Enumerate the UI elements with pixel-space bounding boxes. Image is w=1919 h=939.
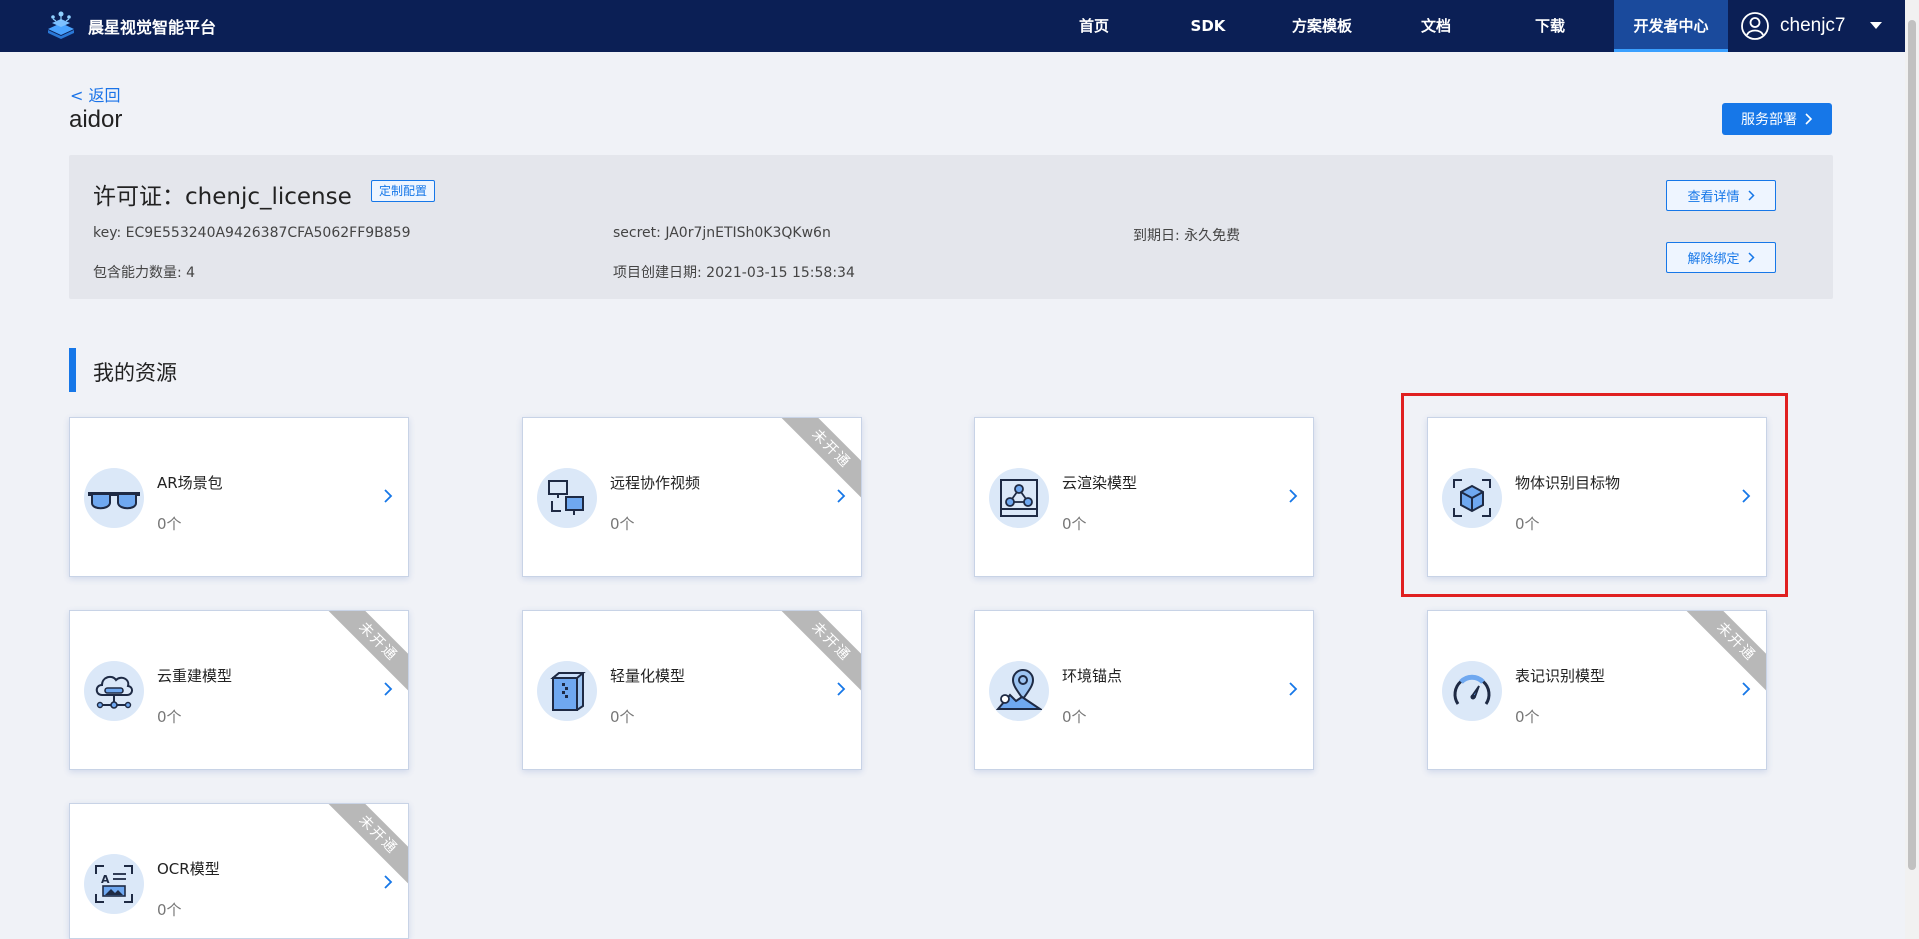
resource-card-meter-recognition[interactable]: 表记识别模型 0个 未开通	[1427, 610, 1767, 770]
caret-down-icon[interactable]	[1870, 22, 1882, 29]
scrollbar-thumb[interactable]	[1908, 20, 1916, 870]
back-link[interactable]: < 返回	[70, 82, 121, 106]
license-title: 许可证：chenjc_license	[93, 184, 352, 210]
card-title: 云重建模型	[157, 667, 233, 685]
license-key: key: EC9E553240A9426387CFA5062FF9B859	[93, 225, 411, 241]
license-secret: secret: JA0r7jnETISh0K3QKw6n	[613, 225, 831, 241]
resource-card-ocr[interactable]: A OCR模型 0个 未开通	[69, 803, 409, 939]
section-accent-bar	[69, 348, 76, 392]
card-count: 0个	[157, 515, 182, 533]
chevron-right-icon[interactable]	[1288, 488, 1298, 504]
resource-card-cloud-render[interactable]: 云渲染模型 0个	[974, 417, 1314, 577]
license-expire: 到期日: 永久免费	[1133, 228, 1241, 244]
brand-logo-icon	[48, 11, 74, 39]
deploy-button-label: 服务部署	[1741, 112, 1797, 128]
not-activated-ribbon: 未开通	[779, 611, 861, 694]
lightweight-box-icon	[537, 661, 597, 721]
card-title: 远程协作视频	[610, 474, 701, 492]
chevron-right-icon[interactable]	[383, 874, 393, 890]
card-count: 0个	[157, 901, 182, 919]
nav-download[interactable]: 下载	[1493, 0, 1607, 52]
resource-card-remote-video[interactable]: 远程协作视频 0个 未开通	[522, 417, 862, 577]
brand-name: 晨星视觉智能平台	[88, 18, 217, 37]
top-nav: 晨星视觉智能平台 首页 SDK 方案模板 文档 下载 开发者中心 chenjc7	[0, 0, 1905, 52]
chevron-right-icon[interactable]	[836, 681, 846, 697]
highlight-box	[1401, 393, 1788, 597]
chevron-right-icon[interactable]	[383, 681, 393, 697]
meter-gauge-icon	[1442, 661, 1502, 721]
unbind-button[interactable]: 解除绑定	[1666, 242, 1776, 273]
unbind-label: 解除绑定	[1687, 252, 1740, 267]
cloud-render-icon	[989, 468, 1049, 528]
brand[interactable]: 晨星视觉智能平台	[44, 8, 216, 44]
card-title: 环境锚点	[1062, 667, 1123, 685]
not-activated-ribbon: 未开通	[326, 804, 408, 887]
card-count: 0个	[610, 708, 635, 726]
user-avatar-icon	[1741, 12, 1769, 40]
license-panel: 许可证：chenjc_license 定制配置 key: EC9E553240A…	[69, 155, 1833, 299]
nav-docs[interactable]: 文档	[1379, 0, 1493, 52]
user-name: chenjc7	[1780, 15, 1846, 36]
ocr-scan-icon: A	[84, 854, 144, 914]
card-title: AR场景包	[157, 474, 223, 492]
nav-developer-center[interactable]: 开发者中心	[1614, 0, 1728, 52]
nav-home[interactable]: 首页	[1037, 0, 1151, 52]
resource-card-env-anchor[interactable]: 环境锚点 0个	[974, 610, 1314, 770]
not-activated-ribbon: 未开通	[1684, 611, 1766, 694]
deploy-button[interactable]: 服务部署	[1722, 103, 1832, 135]
chevron-right-icon	[1805, 113, 1813, 125]
card-count: 0个	[610, 515, 635, 533]
card-title: 云渲染模型	[1062, 474, 1138, 492]
svg-text:A: A	[101, 873, 110, 886]
section-title: 我的资源	[93, 361, 177, 385]
resource-card-lightweight[interactable]: 轻量化模型 0个 未开通	[522, 610, 862, 770]
cloud-rebuild-icon	[84, 661, 144, 721]
not-activated-ribbon: 未开通	[779, 418, 861, 501]
user-menu[interactable]: chenjc7	[1740, 0, 1846, 52]
ar-glasses-icon	[84, 468, 144, 528]
vertical-scrollbar[interactable]	[1905, 0, 1919, 939]
chevron-right-icon	[1747, 190, 1755, 201]
created-date: 项目创建日期: 2021-03-15 15:58:34	[613, 265, 855, 281]
view-details-button[interactable]: 查看详情	[1666, 180, 1776, 211]
chevron-right-icon[interactable]	[1288, 681, 1298, 697]
remote-monitor-icon	[537, 468, 597, 528]
chevron-right-icon	[1747, 252, 1755, 263]
ability-count: 包含能力数量: 4	[93, 265, 196, 281]
resource-card-cloud-rebuild[interactable]: 云重建模型 0个 未开通	[69, 610, 409, 770]
card-count: 0个	[1062, 515, 1087, 533]
resource-card-ar-scene[interactable]: AR场景包 0个	[69, 417, 409, 577]
custom-config-tag[interactable]: 定制配置	[371, 180, 436, 202]
chevron-right-icon[interactable]	[836, 488, 846, 504]
view-details-label: 查看详情	[1687, 190, 1740, 205]
card-count: 0个	[1062, 708, 1087, 726]
card-title: 轻量化模型	[610, 667, 686, 685]
page-title: aidor	[69, 106, 123, 133]
card-title: OCR模型	[157, 860, 220, 878]
anchor-pin-icon	[989, 661, 1049, 721]
chevron-right-icon[interactable]	[1741, 681, 1751, 697]
not-activated-ribbon: 未开通	[326, 611, 408, 694]
nav-sdk[interactable]: SDK	[1151, 0, 1265, 52]
nav-templates[interactable]: 方案模板	[1265, 0, 1379, 52]
card-count: 0个	[157, 708, 182, 726]
chevron-right-icon[interactable]	[383, 488, 393, 504]
card-title: 表记识别模型	[1515, 667, 1606, 685]
card-count: 0个	[1515, 708, 1540, 726]
